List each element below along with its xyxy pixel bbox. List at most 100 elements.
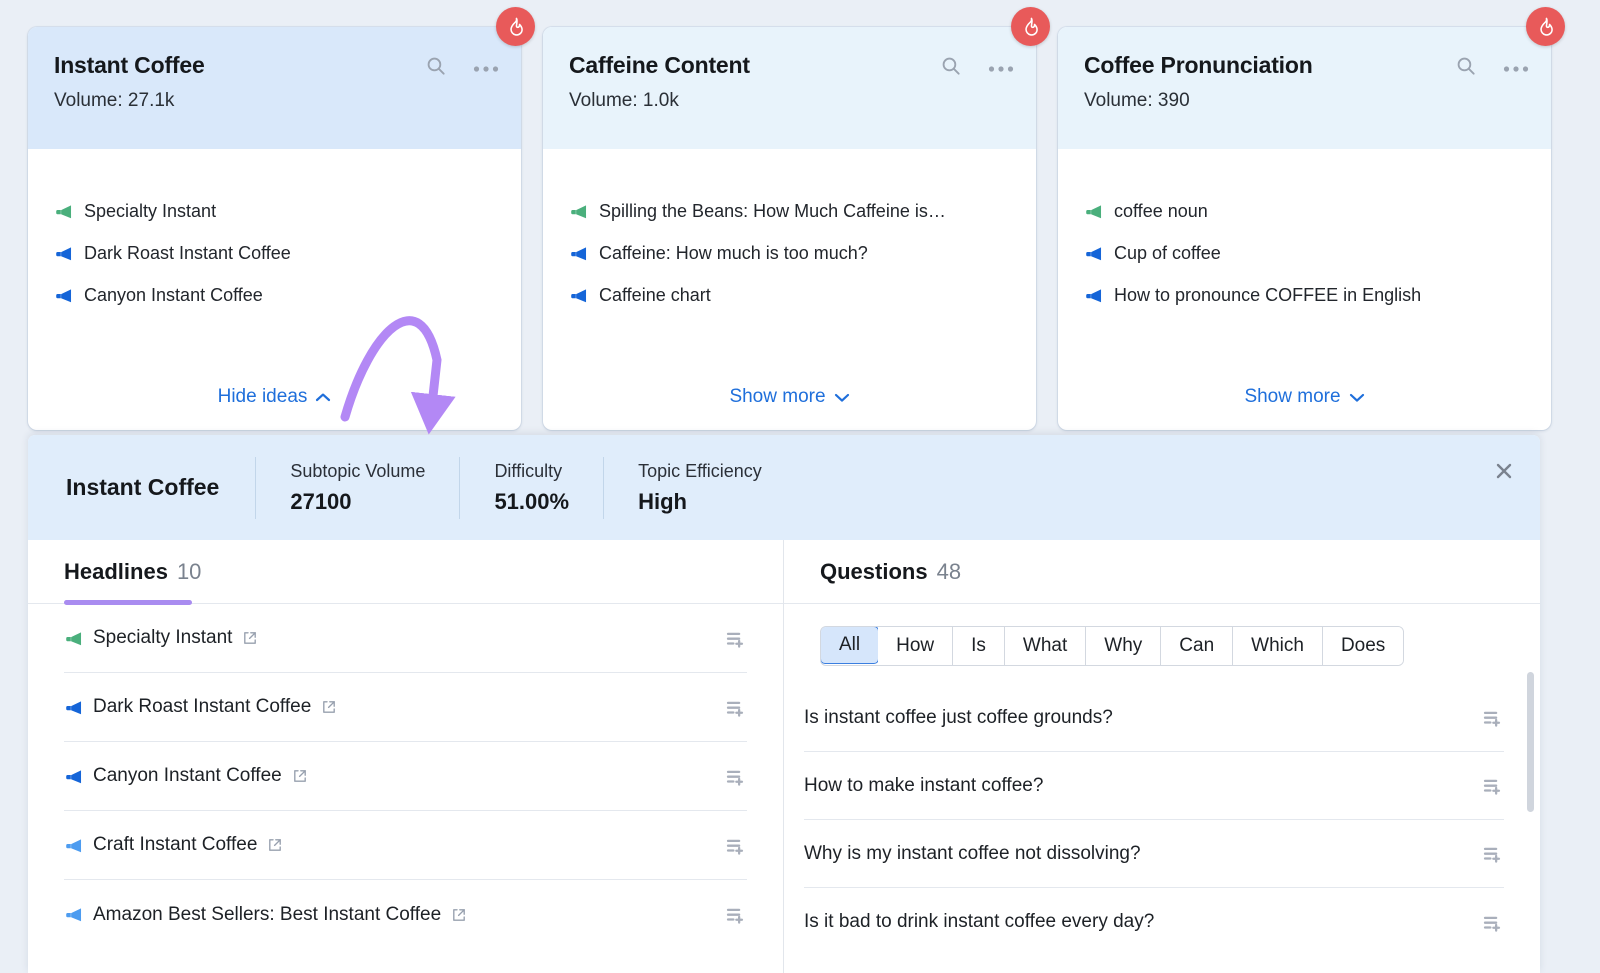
card-header-actions <box>1455 55 1529 82</box>
card-header: Instant CoffeeVolume: 27.1k <box>28 27 521 149</box>
card-toggle-label: Show more <box>1244 386 1340 408</box>
headlines-active-underline <box>64 600 192 605</box>
add-to-list-icon[interactable] <box>1481 911 1504 934</box>
question-filter-can[interactable]: Can <box>1161 627 1233 665</box>
megaphone-icon <box>64 836 83 855</box>
headline-text-group: Craft Instant Coffee <box>64 834 724 856</box>
card-idea-label: Specialty Instant <box>84 201 216 222</box>
megaphone-icon <box>54 244 73 263</box>
card-volume: Volume: 27.1k <box>54 90 495 112</box>
search-icon[interactable] <box>940 55 962 82</box>
question-filter-why[interactable]: Why <box>1086 627 1161 665</box>
card-body: Spilling the Beans: How Much Caffeine is… <box>543 149 1036 430</box>
questions-header: Questions 48 <box>784 540 1540 604</box>
card-header-actions <box>940 55 1014 82</box>
question-row[interactable]: Why is my instant coffee not dissolving? <box>804 820 1504 888</box>
search-icon[interactable] <box>425 55 447 82</box>
external-link-icon[interactable] <box>242 630 258 646</box>
megaphone-icon <box>1084 244 1103 263</box>
question-filter-does[interactable]: Does <box>1323 627 1403 665</box>
question-row[interactable]: Is instant coffee just coffee grounds? <box>804 684 1504 752</box>
megaphone-icon <box>569 202 588 221</box>
question-row[interactable]: Is it bad to drink instant coffee every … <box>804 888 1504 956</box>
add-to-list-icon[interactable] <box>724 834 747 857</box>
card-toggle-ideas-link[interactable]: Show more <box>729 386 849 408</box>
subtopic-card[interactable]: Caffeine ContentVolume: 1.0k Spilling the… <box>543 27 1036 430</box>
megaphone-icon <box>54 202 73 221</box>
questions-scrollbar[interactable] <box>1527 672 1534 812</box>
headline-row[interactable]: Craft Instant Coffee <box>64 811 747 880</box>
card-header: Caffeine ContentVolume: 1.0k <box>543 27 1036 149</box>
card-idea-item[interactable]: Spilling the Beans: How Much Caffeine is… <box>569 201 1010 222</box>
megaphone-icon <box>569 286 588 305</box>
card-body: Specialty Instant Dark Roast Instant Coff… <box>28 149 521 430</box>
card-idea-label: Caffeine chart <box>599 285 711 306</box>
subtopic-card[interactable]: Coffee PronunciationVolume: 390coffee no… <box>1058 27 1551 430</box>
external-link-icon[interactable] <box>267 837 283 853</box>
card-volume: Volume: 390 <box>1084 90 1525 112</box>
card-body: coffee noun Cup of coffee How to pronounce… <box>1058 149 1551 430</box>
megaphone-icon <box>1084 286 1103 305</box>
chevron-down-icon <box>1349 392 1365 403</box>
card-idea-item[interactable]: Canyon Instant Coffee <box>54 285 495 306</box>
add-to-list-icon[interactable] <box>1481 706 1504 729</box>
add-to-list-icon[interactable] <box>724 765 747 788</box>
headline-row[interactable]: Specialty Instant <box>64 604 747 673</box>
headline-text-group: Canyon Instant Coffee <box>64 765 724 787</box>
questions-title: Questions <box>820 559 928 585</box>
card-idea-item[interactable]: How to pronounce COFFEE in English <box>1084 285 1525 306</box>
external-link-icon[interactable] <box>292 768 308 784</box>
card-idea-item[interactable]: Dark Roast Instant Coffee <box>54 243 495 264</box>
add-to-list-icon[interactable] <box>724 903 747 926</box>
subtopic-card[interactable]: Instant CoffeeVolume: 27.1kSpecialty Ins… <box>28 27 521 430</box>
detail-metric-label: Subtopic Volume <box>290 461 425 482</box>
card-idea-label: Dark Roast Instant Coffee <box>84 243 291 264</box>
question-filter-is[interactable]: Is <box>953 627 1005 665</box>
card-idea-label: coffee noun <box>1114 201 1208 222</box>
close-icon[interactable] <box>1494 461 1514 486</box>
card-toggle-ideas-link[interactable]: Show more <box>1244 386 1364 408</box>
question-filter-what[interactable]: What <box>1005 627 1086 665</box>
card-idea-item[interactable]: Caffeine chart <box>569 285 1010 306</box>
card-idea-item[interactable]: Cup of coffee <box>1084 243 1525 264</box>
headline-row[interactable]: Canyon Instant Coffee <box>64 742 747 811</box>
external-link-icon[interactable] <box>451 907 467 923</box>
headlines-column: Headlines 10 Specialty InstantDark Roast… <box>28 540 784 973</box>
headline-row[interactable]: Dark Roast Instant Coffee <box>64 673 747 742</box>
headline-label: Dark Roast Instant Coffee <box>93 696 311 718</box>
question-label: Why is my instant coffee not dissolving? <box>804 843 1481 865</box>
add-to-list-icon[interactable] <box>724 627 747 650</box>
flame-icon[interactable] <box>496 7 535 46</box>
question-filter-which[interactable]: Which <box>1233 627 1323 665</box>
flame-icon[interactable] <box>1526 7 1565 46</box>
questions-count: 48 <box>937 559 961 585</box>
card-idea-item[interactable]: Specialty Instant <box>54 201 495 222</box>
search-icon[interactable] <box>1455 55 1477 82</box>
detail-metric: Topic EfficiencyHigh <box>603 457 796 519</box>
card-idea-label: Cup of coffee <box>1114 243 1221 264</box>
add-to-list-icon[interactable] <box>1481 842 1504 865</box>
more-options-icon[interactable] <box>988 60 1014 78</box>
add-to-list-icon[interactable] <box>1481 774 1504 797</box>
more-options-icon[interactable] <box>1503 60 1529 78</box>
flame-icon[interactable] <box>1011 7 1050 46</box>
external-link-icon[interactable] <box>321 699 337 715</box>
question-filter-all[interactable]: All <box>820 626 879 664</box>
headlines-count: 10 <box>177 559 201 585</box>
card-toggle-ideas-link[interactable]: Hide ideas <box>218 386 332 408</box>
megaphone-icon <box>64 767 83 786</box>
megaphone-icon <box>54 286 73 305</box>
subtopic-detail-panel: Instant Coffee Subtopic Volume27100Diffi… <box>28 435 1540 973</box>
card-idea-item[interactable]: coffee noun <box>1084 201 1525 222</box>
headline-text-group: Amazon Best Sellers: Best Instant Coffee <box>64 904 724 926</box>
card-header: Coffee PronunciationVolume: 390 <box>1058 27 1551 149</box>
question-row[interactable]: How to make instant coffee? <box>804 752 1504 820</box>
add-to-list-icon[interactable] <box>724 696 747 719</box>
detail-metric-value: High <box>638 489 762 515</box>
question-filter-how[interactable]: How <box>878 627 953 665</box>
more-options-icon[interactable] <box>473 60 499 78</box>
detail-metric: Difficulty51.00% <box>459 457 603 519</box>
headline-row[interactable]: Amazon Best Sellers: Best Instant Coffee <box>64 880 747 949</box>
card-idea-label: Spilling the Beans: How Much Caffeine is… <box>599 201 946 222</box>
card-idea-item[interactable]: Caffeine: How much is too much? <box>569 243 1010 264</box>
